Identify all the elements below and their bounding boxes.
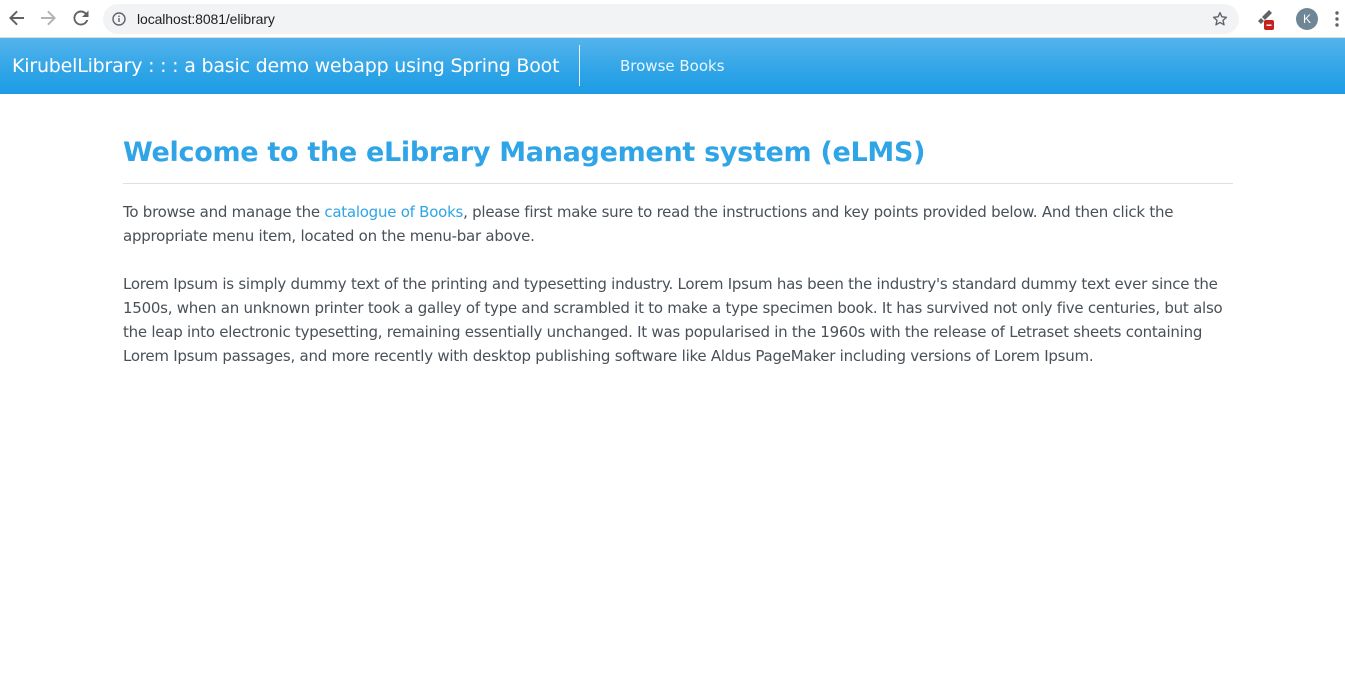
intro-paragraph: To browse and manage the catalogue of Bo… (123, 200, 1233, 248)
url-text[interactable]: localhost:8081/elibrary (137, 11, 275, 27)
reload-button[interactable] (70, 7, 92, 29)
profile-avatar[interactable]: K (1296, 8, 1318, 30)
title-divider (123, 183, 1233, 184)
forward-button[interactable] (37, 7, 59, 29)
app-navbar: KirubelLibrary : : : a basic demo webapp… (0, 38, 1345, 94)
info-icon[interactable] (112, 12, 126, 26)
navbar-divider (579, 45, 580, 86)
reload-icon (73, 10, 89, 26)
page-title: Welcome to the eLibrary Management syste… (123, 137, 926, 168)
address-bar[interactable]: localhost:8081/elibrary (103, 4, 1239, 34)
arrow-right-icon (41, 10, 56, 26)
back-button[interactable] (6, 7, 28, 29)
browser-toolbar: localhost:8081/elibrary K (0, 0, 1345, 38)
paint-brush-icon[interactable] (1254, 8, 1276, 32)
lorem-paragraph: Lorem Ipsum is simply dummy text of the … (123, 275, 1223, 365)
kebab-menu-icon[interactable] (1334, 10, 1340, 28)
arrow-left-icon (9, 10, 24, 26)
catalogue-link[interactable]: catalogue of Books (324, 203, 463, 221)
nav-link-browse-books[interactable]: Browse Books (620, 57, 725, 75)
star-icon[interactable] (1211, 10, 1229, 28)
intro-text-start: To browse and manage the (123, 203, 325, 221)
brand-link[interactable]: KirubelLibrary : : : a basic demo webapp… (12, 55, 560, 77)
main-content: Welcome to the eLibrary Management syste… (123, 136, 1233, 368)
